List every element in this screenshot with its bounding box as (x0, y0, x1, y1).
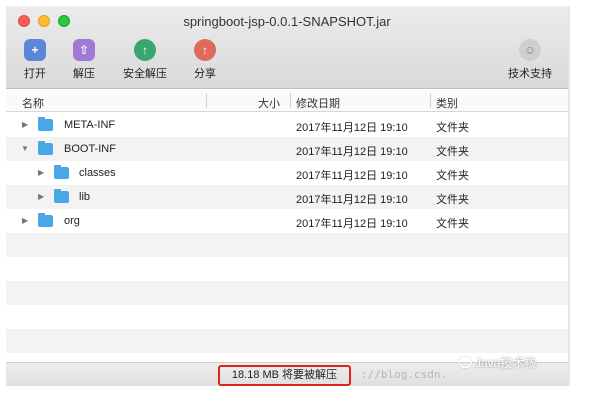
folder-icon (38, 213, 53, 227)
open-icon: + (24, 39, 46, 61)
wechat-icon (458, 357, 472, 368)
status-text: 18.18 MB 将要被解压 (218, 365, 351, 386)
safe-extract-label: 安全解压 (123, 68, 167, 80)
title-bar: springboot-jsp-0.0.1-SNAPSHOT.jar + 打开 ⇧… (6, 6, 568, 89)
empty-row (6, 233, 568, 257)
file-kind: 文件夹 (436, 218, 469, 230)
file-date: 2017年11月12日 19:10 (296, 122, 408, 134)
window-title: springboot-jsp-0.0.1-SNAPSHOT.jar (183, 14, 391, 29)
file-date: 2017年11月12日 19:10 (296, 146, 408, 158)
disclosure-triangle-icon[interactable]: ▶ (22, 216, 28, 225)
folder-icon (38, 117, 53, 131)
list-item[interactable]: ▶ classes 2017年11月12日 19:10 文件夹 (6, 161, 568, 185)
file-kind: 文件夹 (436, 170, 469, 182)
share-label: 分享 (194, 68, 216, 80)
file-name: BOOT-INF (64, 143, 116, 155)
share-icon: ↑ (194, 39, 216, 61)
empty-row (6, 329, 568, 353)
file-date: 2017年11月12日 19:10 (296, 194, 408, 206)
extract-icon: ⇧ (73, 39, 95, 61)
column-divider[interactable] (430, 93, 431, 108)
column-header: 名称 大小 修改日期 类别 (6, 90, 568, 112)
column-divider[interactable] (290, 93, 291, 108)
extract-label: 解压 (73, 68, 95, 80)
column-size[interactable]: 大小 (258, 95, 280, 111)
list-item[interactable]: ▶ org 2017年11月12日 19:10 文件夹 (6, 209, 568, 233)
list-item[interactable]: ▼ BOOT-INF 2017年11月12日 19:10 文件夹 (6, 137, 568, 161)
empty-row (6, 305, 568, 329)
file-list: ▶ META-INF 2017年11月12日 19:10 文件夹 ▼ BOOT-… (6, 113, 568, 353)
watermark-wechat: Java技术栈 (458, 354, 536, 371)
folder-icon (54, 165, 69, 179)
list-item[interactable]: ▶ META-INF 2017年11月12日 19:10 文件夹 (6, 113, 568, 137)
empty-row (6, 257, 568, 281)
support-icon: ☺ (519, 39, 541, 61)
disclosure-triangle-icon[interactable]: ▶ (38, 192, 44, 201)
file-name: org (64, 215, 80, 227)
list-item[interactable]: ▶ lib 2017年11月12日 19:10 文件夹 (6, 185, 568, 209)
column-divider[interactable] (206, 93, 207, 108)
open-label: 打开 (24, 68, 46, 80)
window-shadow (568, 6, 570, 386)
column-name[interactable]: 名称 (22, 95, 44, 111)
open-button[interactable]: + 打开 (24, 39, 46, 81)
folder-icon (38, 141, 53, 155)
empty-row (6, 281, 568, 305)
folder-icon (54, 189, 69, 203)
share-button[interactable]: ↑ 分享 (194, 39, 216, 81)
file-kind: 文件夹 (436, 146, 469, 158)
disclosure-triangle-icon[interactable]: ▶ (22, 120, 28, 129)
file-kind: 文件夹 (436, 122, 469, 134)
watermark-wechat-text: Java技术栈 (475, 356, 537, 370)
file-name: lib (79, 191, 91, 203)
extract-button[interactable]: ⇧ 解压 (73, 39, 95, 81)
shield-icon: ↑ (134, 39, 156, 61)
file-date: 2017年11月12日 19:10 (296, 218, 408, 230)
disclosure-triangle-expanded-icon[interactable]: ▼ (21, 144, 29, 153)
file-name: META-INF (64, 119, 116, 131)
safe-extract-button[interactable]: ↑ 安全解压 (123, 39, 167, 81)
file-name: classes (79, 167, 116, 179)
archive-window: springboot-jsp-0.0.1-SNAPSHOT.jar + 打开 ⇧… (6, 6, 568, 386)
column-modified[interactable]: 修改日期 (296, 95, 340, 111)
support-label: 技术支持 (508, 68, 552, 80)
file-date: 2017年11月12日 19:10 (296, 170, 408, 182)
column-kind[interactable]: 类别 (436, 95, 458, 111)
file-kind: 文件夹 (436, 194, 469, 206)
support-button[interactable]: ☺ 技术支持 (508, 39, 552, 81)
disclosure-triangle-icon[interactable]: ▶ (38, 168, 44, 177)
watermark-url: ://blog.csdn. (361, 368, 448, 381)
